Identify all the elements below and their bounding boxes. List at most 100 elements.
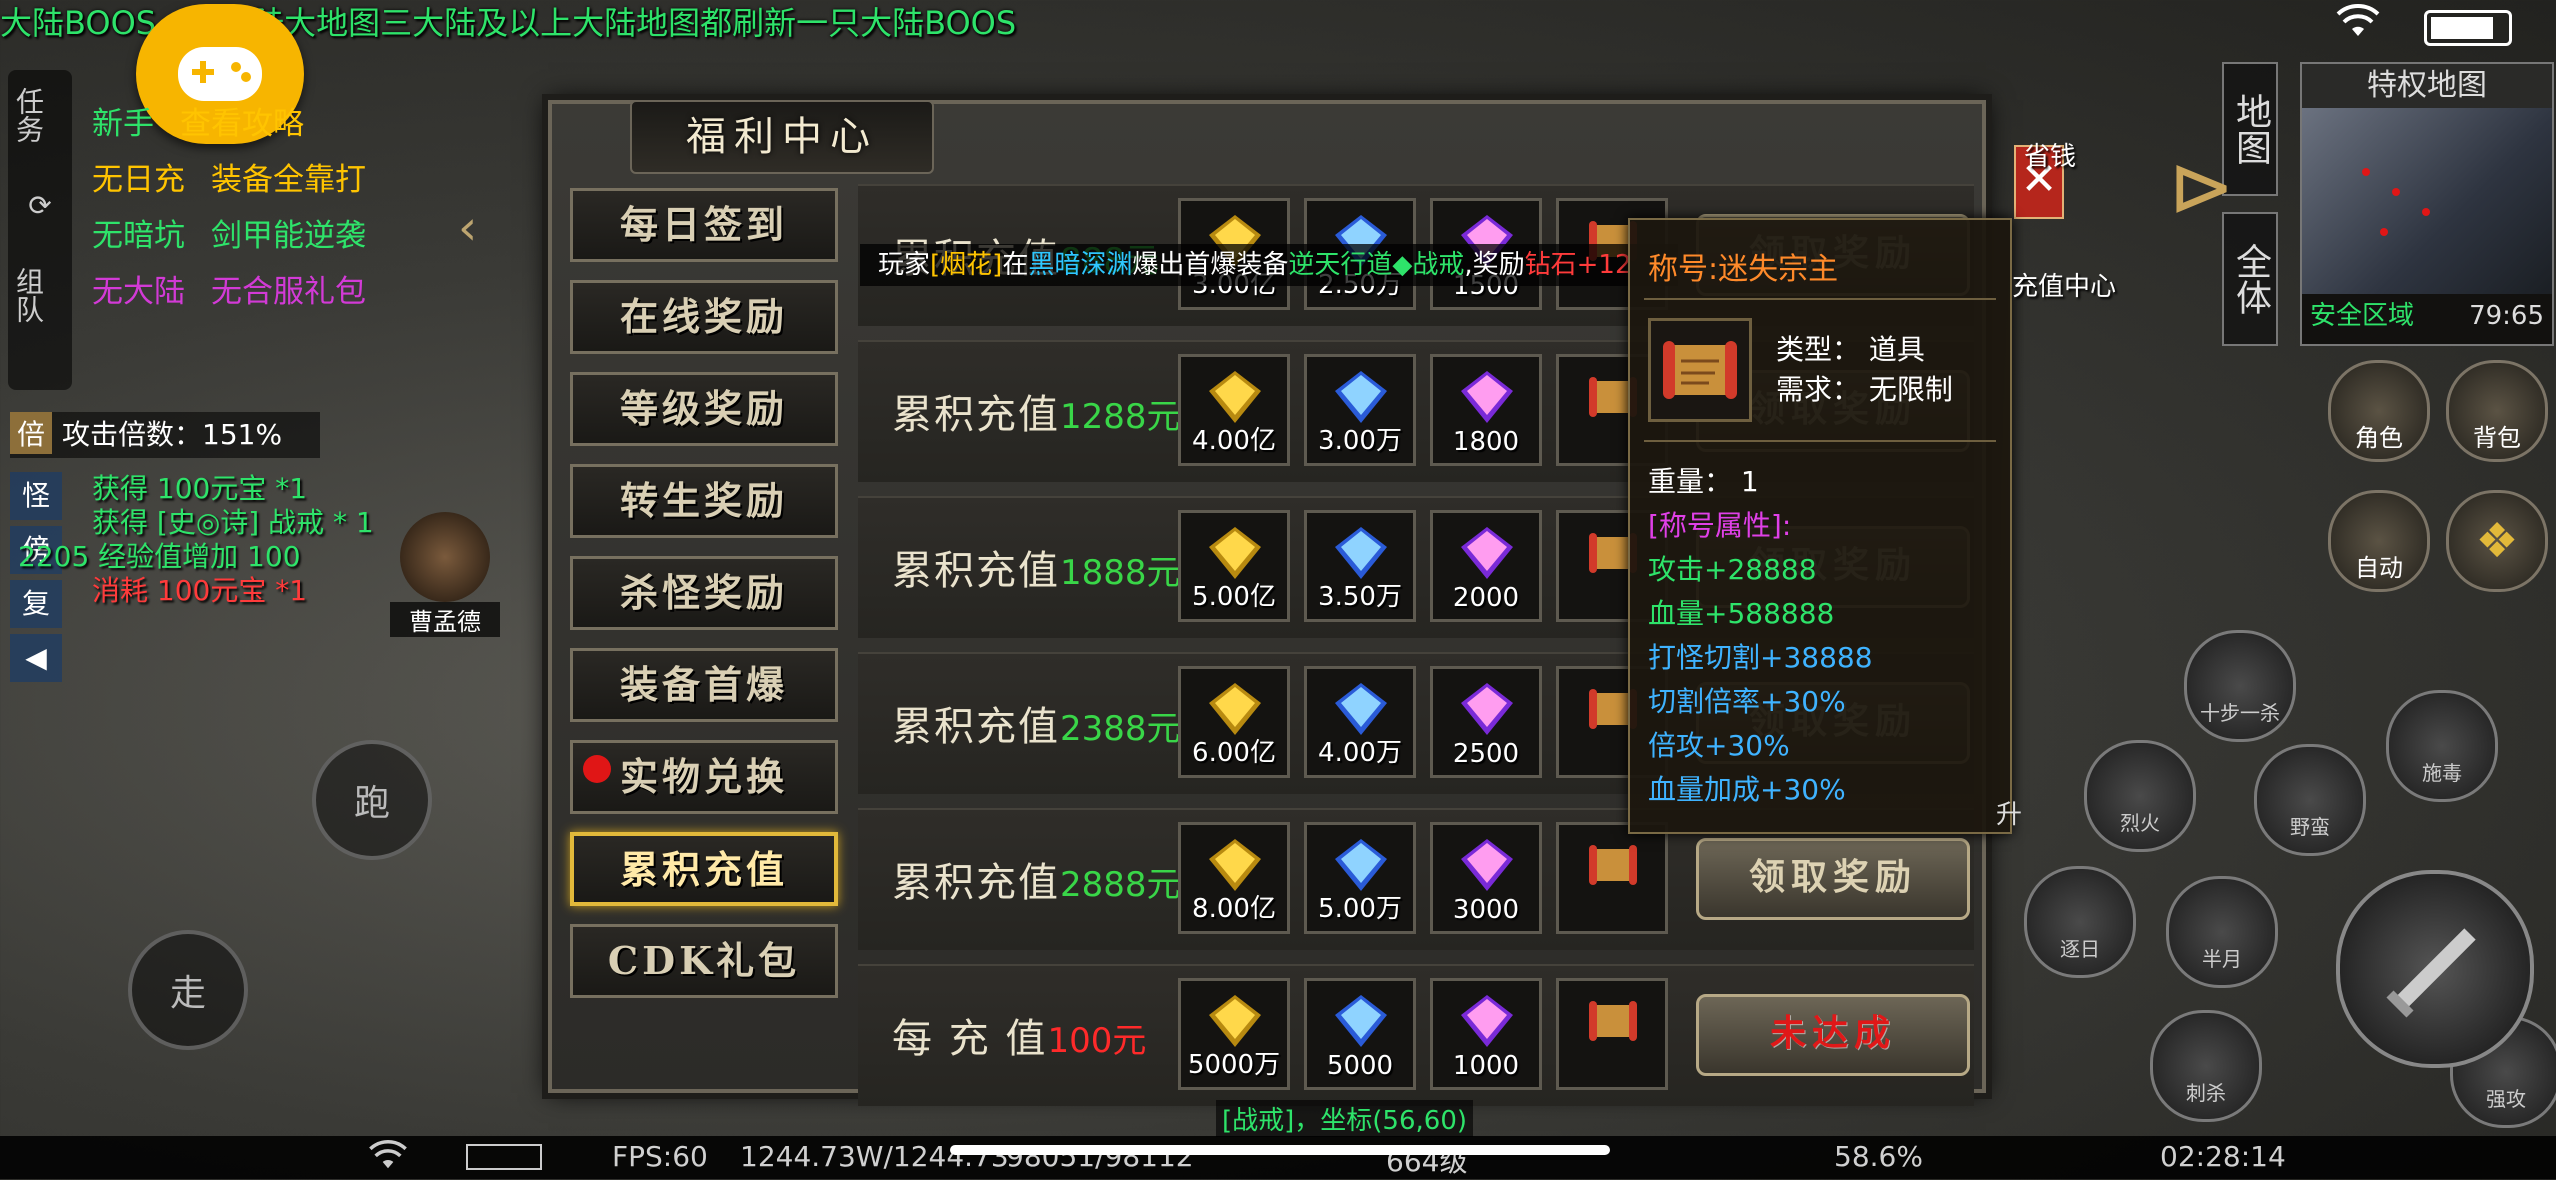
announce-text: 玩家	[878, 250, 931, 280]
back-arrow-icon[interactable]: ◀	[10, 634, 62, 682]
quest-left: 无大陆	[92, 274, 185, 310]
safe-zone-label: 安全区域	[2310, 301, 2415, 331]
item-count: 2000	[1452, 583, 1520, 613]
recharge-label-text: 累积充值	[892, 548, 1060, 594]
tab-online-reward[interactable]: 在线奖励	[570, 280, 838, 354]
gem-item[interactable]: 1800	[1430, 354, 1542, 466]
recharge-threshold-label: 累积充值2888元	[892, 850, 1181, 908]
tab-quest[interactable]: 任务	[8, 70, 48, 160]
quest-row[interactable]: 无大陆 无合服礼包	[92, 264, 482, 320]
gem-item[interactable]: 3000	[1430, 822, 1542, 934]
item-tooltip: 称号:迷失宗主 类型： 道具 需求： 无限制 重量： 1 [称号属性]: 攻击+…	[1628, 218, 2012, 834]
reward-row: 每 充 值100元 5000万 5000 1000 未达成	[858, 964, 1974, 1106]
character-button[interactable]: 角色	[2328, 360, 2430, 462]
home-indicator[interactable]	[950, 1145, 1610, 1155]
gold-ingot-icon	[1209, 371, 1261, 423]
run-button[interactable]: 跑	[312, 740, 432, 860]
diamond-item[interactable]: 4.00万	[1304, 666, 1416, 778]
quest-row[interactable]: 无暗坑 剑甲能逆袭	[92, 208, 482, 264]
attack-sword-button[interactable]	[2336, 870, 2534, 1068]
welfare-tabs: 每日签到 在线奖励 等级奖励 转生奖励 杀怪奖励 装备首爆 实物兑换 累积充值 …	[570, 188, 840, 1016]
tab-kill-reward[interactable]: 杀怪奖励	[570, 556, 838, 630]
gold-ingot-item[interactable]: 5.00亿	[1178, 510, 1290, 622]
battery-icon	[466, 1144, 542, 1170]
monster-button[interactable]: 怪	[10, 472, 62, 520]
settings-diamond-icon[interactable]: ❖	[2446, 490, 2548, 592]
minimap[interactable]: 特权地图 安全区域 79:65	[2300, 62, 2554, 346]
quest-right: 剑甲能逆袭	[211, 218, 366, 254]
tab-team[interactable]: 组队	[8, 250, 48, 340]
tooltip-weight: 重量： 1	[1648, 465, 1759, 498]
skill-button[interactable]: 半月	[2166, 876, 2278, 988]
quest-left: 无日充	[92, 162, 185, 198]
diamond-icon	[1335, 371, 1387, 423]
item-count: 5000	[1326, 1051, 1394, 1081]
quest-row[interactable]: 无日充 装备全靠打	[92, 152, 482, 208]
bag-button[interactable]: 背包	[2446, 360, 2548, 462]
notification-dot	[583, 755, 611, 783]
item-count: 8.00亿	[1192, 894, 1276, 924]
gem-item[interactable]: 2500	[1430, 666, 1542, 778]
recharge-amount: 2388元	[1060, 709, 1181, 749]
tab-cumulative-recharge[interactable]: 累积充值	[570, 832, 838, 906]
tab-daily-signin[interactable]: 每日签到	[570, 188, 838, 262]
gem-item[interactable]: 2000	[1430, 510, 1542, 622]
wifi-icon	[368, 1140, 408, 1177]
recharge-amount: 100元	[1047, 1021, 1147, 1061]
recharge-center-label[interactable]: 充值中心	[2012, 266, 2116, 303]
diamond-item[interactable]: 3.50万	[1304, 510, 1416, 622]
not-reached-button[interactable]: 未达成	[1696, 994, 1970, 1076]
battery-icon	[2424, 10, 2512, 46]
diamond-item[interactable]: 5000	[1304, 978, 1416, 1090]
walk-joystick[interactable]: 走	[128, 930, 248, 1050]
quest-right: 装备全靠打	[211, 162, 366, 198]
level-up-label[interactable]: 升	[1996, 794, 2022, 831]
bonus-item[interactable]	[1556, 822, 1668, 934]
item-count: 5.00万	[1318, 894, 1402, 924]
tooltip-attr: 打怪切割+38888	[1648, 641, 1873, 674]
minimap-view[interactable]	[2302, 108, 2552, 294]
auto-button[interactable]: 自动	[2328, 490, 2430, 592]
gold-ingot-item[interactable]: 6.00亿	[1178, 666, 1290, 778]
fps-counter: FPS:60	[612, 1140, 708, 1173]
save-money-label[interactable]: 省钱	[2024, 136, 2076, 173]
collapse-arrow-icon[interactable]: ‹	[458, 200, 477, 256]
diamond-icon	[1335, 527, 1387, 579]
crystal-icon	[1461, 371, 1513, 423]
skill-button[interactable]: 刺杀	[2150, 1010, 2262, 1122]
expand-arrow-icon[interactable]: ⊳	[2168, 140, 2235, 233]
recharge-label-text: 累积充值	[892, 392, 1060, 438]
skill-button[interactable]: 烈火	[2084, 740, 2196, 852]
player-avatar[interactable]: 曹孟德	[390, 512, 500, 637]
skill-button[interactable]: 施毒	[2386, 690, 2498, 802]
gem-item[interactable]: 1000	[1430, 978, 1542, 1090]
item-count: 6.00亿	[1192, 738, 1276, 768]
quest-list: 新手 查看攻略 无日充 装备全靠打 无暗坑 剑甲能逆袭 无大陆 无合服礼包	[92, 96, 482, 320]
scroll-icon	[1589, 845, 1637, 885]
bonus-item[interactable]	[1556, 978, 1668, 1090]
minimap-coords: 79:65	[2469, 301, 2544, 331]
recharge-amount: 1288元	[1060, 397, 1181, 437]
chat-line: 2205 经验值增加 100	[18, 540, 301, 573]
tab-cdk-gift[interactable]: CDK礼包	[570, 924, 838, 998]
chat-log: 获得 100元宝 *1 获得 [史◎诗] 战戒 * 1 2205 经验值增加 1…	[18, 472, 374, 608]
tab-level-reward[interactable]: 等级奖励	[570, 372, 838, 446]
tab-first-drop[interactable]: 装备首爆	[570, 648, 838, 722]
drop-announcement: 玩家[烟花]在黑暗深渊爆出首爆装备逆天行道◆战戒,奖励钻石+12	[860, 244, 1678, 286]
diamond-item[interactable]: 5.00万	[1304, 822, 1416, 934]
diamond-item[interactable]: 3.00万	[1304, 354, 1416, 466]
claim-reward-button[interactable]: 领取奖励	[1696, 838, 1970, 920]
item-count: 2500	[1452, 739, 1520, 769]
skill-button[interactable]: 十步一杀	[2184, 630, 2296, 742]
gold-ingot-item[interactable]: 5000万	[1178, 978, 1290, 1090]
quest-row[interactable]: 新手 查看攻略	[92, 96, 482, 152]
gold-ingot-item[interactable]: 4.00亿	[1178, 354, 1290, 466]
revive-button[interactable]: 复	[10, 580, 62, 628]
recharge-label-text: 累积充值	[892, 704, 1060, 750]
skill-button[interactable]: 逐日	[2024, 866, 2136, 978]
gold-ingot-item[interactable]: 8.00亿	[1178, 822, 1290, 934]
tab-rebirth-reward[interactable]: 转生奖励	[570, 464, 838, 538]
skill-button[interactable]: 野蛮	[2254, 744, 2366, 856]
refresh-icon[interactable]: ⟳	[8, 160, 72, 250]
tab-physical-exchange[interactable]: 实物兑换	[570, 740, 838, 814]
